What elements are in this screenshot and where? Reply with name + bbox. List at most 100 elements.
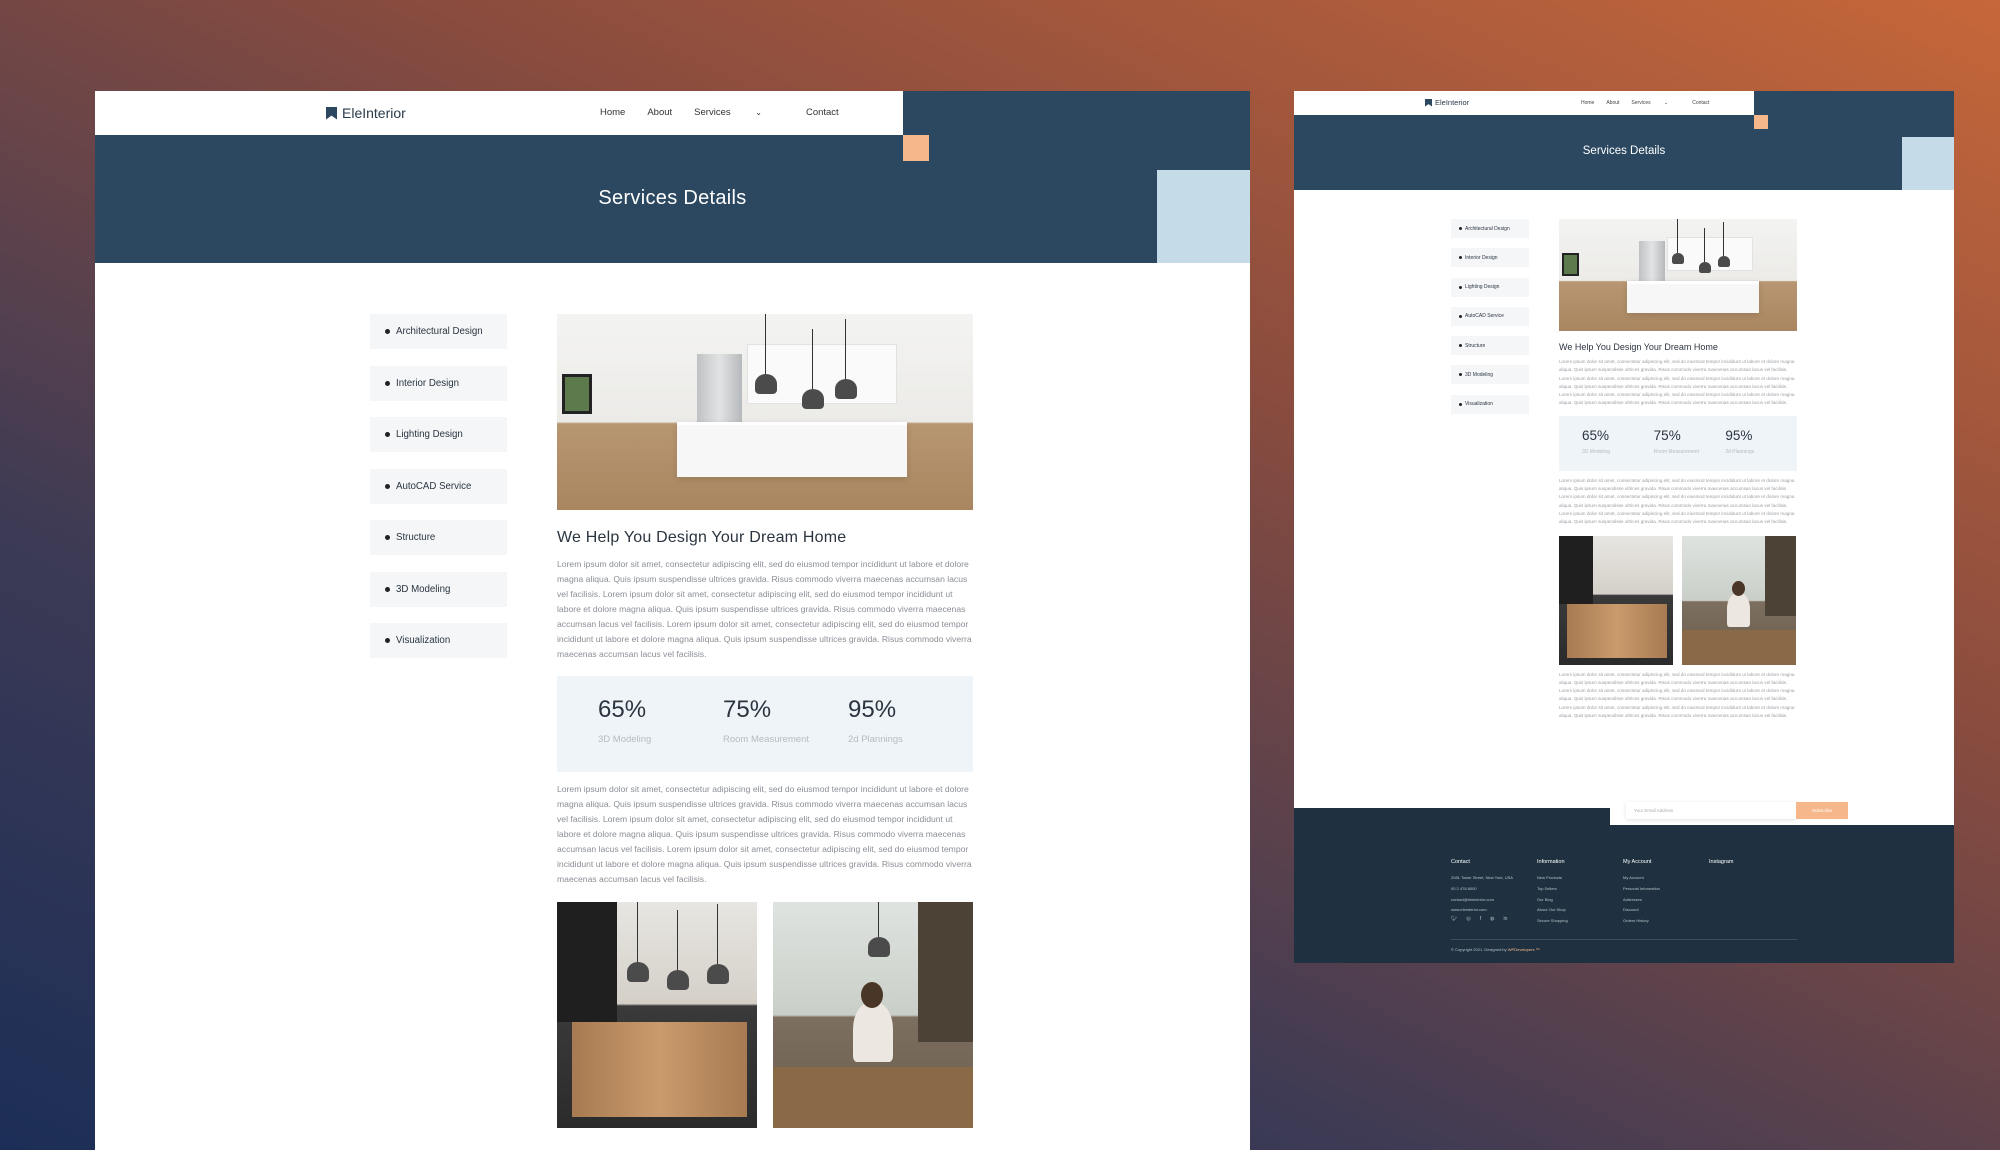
footer-information: Information New Products Top Sellers Our… [1537, 859, 1568, 927]
services-sidebar: Architectural Design Interior Design Lig… [370, 314, 507, 675]
sidebar-item-structure[interactable]: Structure [370, 520, 507, 555]
photo-fridge [1639, 241, 1665, 281]
footer-link[interactable]: Discount [1623, 905, 1660, 916]
nav-services-label: Services [694, 107, 731, 118]
service-content: We Help You Design Your Dream Home Lorem… [557, 314, 973, 1128]
photo-person-head [861, 982, 883, 1008]
sidebar-item-label: Lighting Design [396, 429, 463, 440]
nav-contact[interactable]: Contact [1692, 100, 1709, 106]
sidebar-item-autocad-service[interactable]: AutoCAD Service [370, 468, 507, 504]
bullet-icon [1459, 227, 1462, 230]
stat-value: 65% [1582, 427, 1610, 443]
sidebar-item-structure[interactable]: Structure [1451, 336, 1529, 356]
stat-label: 2d Plannings [1725, 448, 1755, 455]
sidebar-item-visualization[interactable]: Visualization [370, 623, 507, 658]
sidebar-item-label: Architectural Design [1465, 225, 1510, 232]
stat-item: 65% 3D Modeling [598, 696, 723, 772]
kitchen-photo [1559, 219, 1797, 331]
footer-heading: Instagram [1709, 859, 1734, 865]
sidebar-item-lighting-design[interactable]: Lighting Design [1451, 277, 1529, 297]
email-field[interactable]: Your Email Address [1626, 802, 1796, 819]
pendant-lamp [802, 329, 824, 409]
footer-phone: 00 2 478 8000 [1451, 885, 1477, 891]
twitter-icon[interactable]: 🐦︎ [1451, 916, 1457, 922]
bullet-icon [1459, 402, 1462, 406]
photo-island [1627, 281, 1759, 313]
bullet-icon [385, 329, 390, 334]
nav-about[interactable]: About [1606, 100, 1619, 106]
stat-value: 75% [1653, 427, 1681, 443]
decor-square-peach [1754, 115, 1768, 129]
stat-label: 2d Plannings [848, 734, 903, 745]
footer-link[interactable]: Orders History [1623, 916, 1660, 927]
stats-panel: 65% 3D Modeling 75% Room Measurement 95% 2d… [1559, 415, 1797, 471]
nav-services-label: Services [1631, 100, 1651, 106]
linkedin-icon[interactable]: in [1504, 916, 1508, 922]
photo-counter [1567, 603, 1667, 658]
footer-website[interactable]: www.eleinterior.com [1451, 905, 1513, 916]
main-nav: Home About Services ⌄ Contact [1581, 100, 1721, 106]
nav-contact[interactable]: Contact [806, 107, 839, 118]
sidebar-item-3d-modeling[interactable]: 3D Modeling [1451, 365, 1529, 385]
stat-value: 95% [1725, 427, 1753, 443]
footer-email[interactable]: contact@eleinterior.com [1451, 895, 1513, 906]
instagram-icon[interactable]: ◎ [1466, 916, 1470, 922]
dribbble-icon[interactable]: ◍ [1490, 916, 1494, 922]
sidebar-item-interior-design[interactable]: Interior Design [370, 365, 507, 401]
footer-link[interactable]: Our Blog [1537, 895, 1568, 906]
sidebar-item-lighting-design[interactable]: Lighting Design [370, 417, 507, 452]
footer-link[interactable]: New Products [1537, 873, 1568, 884]
footer-link[interactable]: Secure Shopping [1537, 916, 1568, 927]
logo[interactable]: EleInterior [1425, 98, 1469, 107]
footer-link[interactable]: About Our Shop [1537, 905, 1568, 916]
sidebar-item-visualization[interactable]: Visualization [1451, 394, 1529, 414]
bullet-icon [385, 586, 390, 592]
full-page-mockup: EleInterior Home About Services ⌄ Contac… [1294, 91, 1954, 963]
stat-value: 75% [723, 696, 772, 723]
nav-home[interactable]: Home [600, 107, 625, 118]
footer-heading: Contact [1451, 859, 1470, 865]
bullet-icon [385, 432, 390, 437]
bullet-icon [1459, 285, 1462, 289]
subscribe-button[interactable]: Subscribe [1796, 802, 1848, 819]
photo-table [1682, 629, 1796, 665]
decor-square-peach [903, 135, 929, 161]
pendant-lamp [667, 910, 689, 990]
facebook-icon[interactable]: f [1480, 916, 1481, 922]
logo[interactable]: EleInterior [326, 105, 406, 121]
gallery [557, 902, 973, 1128]
bullet-icon [1459, 344, 1462, 348]
bookmark-logo-icon [1425, 98, 1432, 107]
stats-panel: 65% 3D Modeling 75% Room Measurement 95% 2d… [557, 676, 973, 772]
sidebar-item-autocad-service[interactable]: AutoCAD Service [1451, 306, 1529, 326]
footer-link[interactable]: Personal Information [1623, 884, 1660, 895]
sidebar-item-architectural-design[interactable]: Architectural Design [370, 314, 507, 349]
bullet-icon [1459, 256, 1462, 260]
copyright-text: © Copyright 2021. Designed by [1451, 947, 1508, 952]
body-paragraph: Lorem ipsum dolor sit amet, consectetur … [557, 784, 972, 884]
sidebar-item-architectural-design[interactable]: Architectural Design [1451, 219, 1529, 238]
nav-services[interactable]: Services ⌄ [694, 107, 784, 118]
page-title: Services Details [598, 187, 747, 209]
nav-services[interactable]: Services ⌄ [1631, 100, 1680, 106]
stat-item: 75% Room Measurement [1654, 428, 1726, 471]
body-paragraph: Lorem ipsum dolor sit amet, consectetur … [1559, 359, 1795, 406]
stat-label: Room Measurement [1653, 448, 1699, 455]
sidebar-item-label: Lighting Design [1465, 284, 1500, 291]
decor-square-blue [1157, 170, 1250, 263]
nav-home[interactable]: Home [1581, 100, 1594, 106]
footer-link[interactable]: Top Sellers [1537, 884, 1568, 895]
footer-link[interactable]: My Account [1623, 873, 1660, 884]
stat-label: 3D Modeling [598, 734, 652, 745]
sidebar-item-interior-design[interactable]: Interior Design [1451, 248, 1529, 268]
sidebar-item-3d-modeling[interactable]: 3D Modeling [370, 571, 507, 607]
pendant-lamp [1718, 222, 1730, 267]
photo-island [677, 422, 907, 477]
bullet-icon [1459, 314, 1462, 318]
copyright-brand-link[interactable]: WPDevelopers ™ [1508, 947, 1540, 952]
nav-about[interactable]: About [647, 107, 672, 118]
footer-account: My Account My Account Personal Informati… [1623, 859, 1660, 927]
bullet-icon [385, 380, 390, 386]
footer-link[interactable]: Addresses [1623, 895, 1660, 906]
cafe-photo [1559, 535, 1673, 665]
